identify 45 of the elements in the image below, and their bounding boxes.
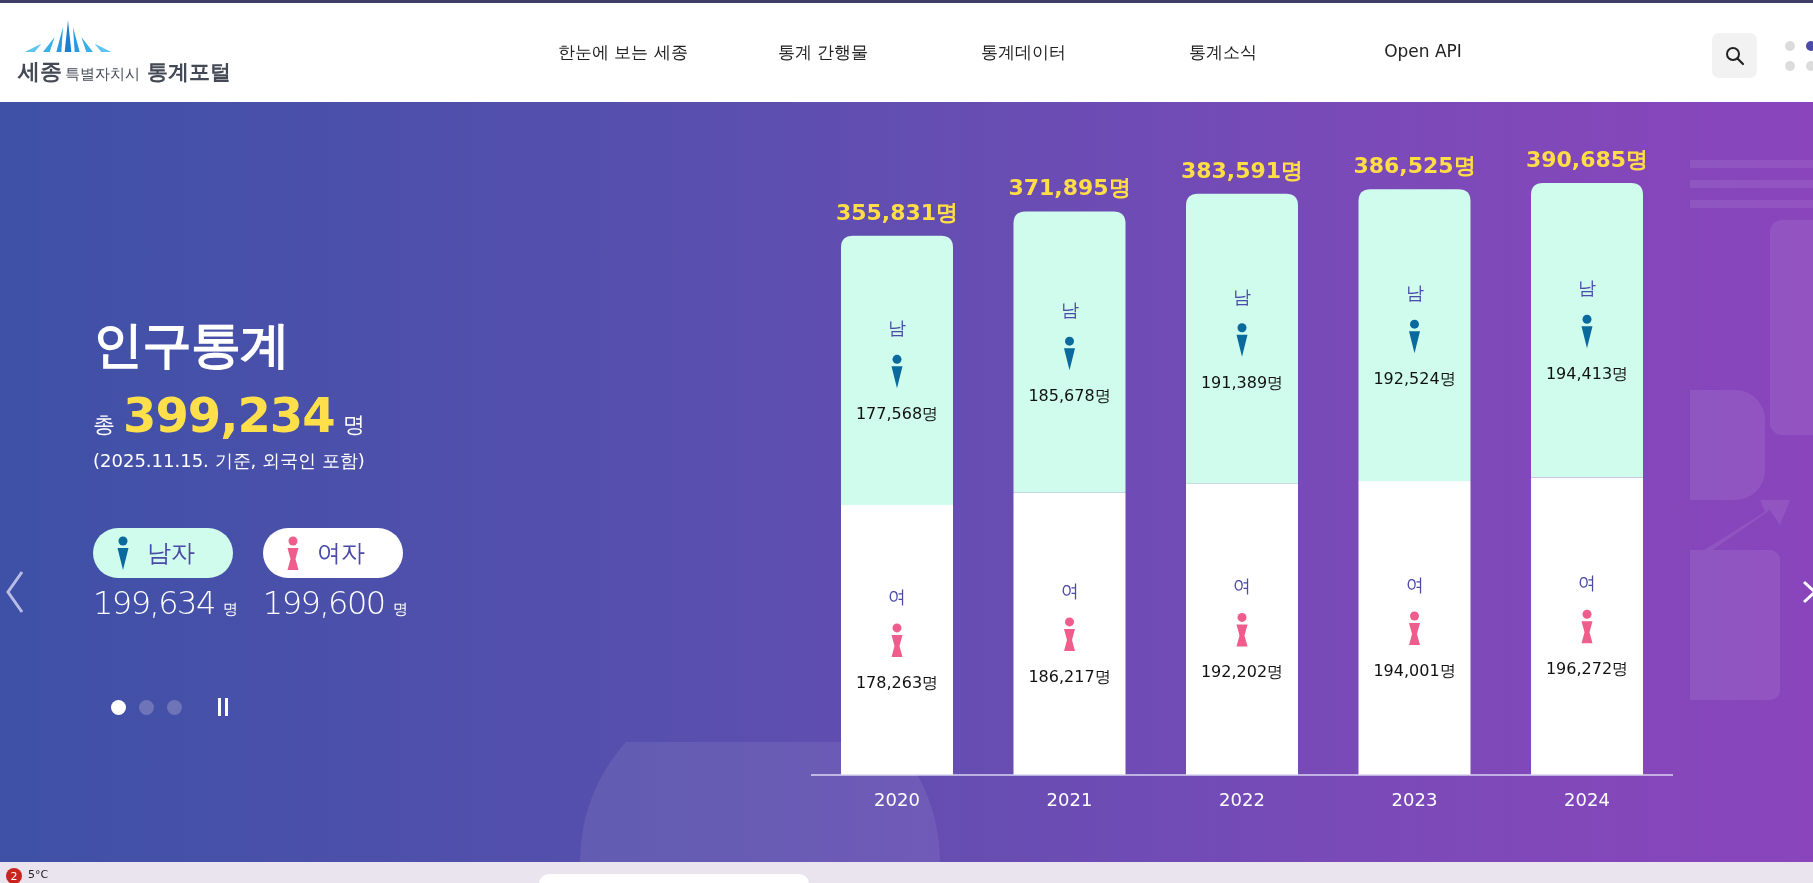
total-population: 399,234 xyxy=(123,387,335,443)
gender-count: 199,634 xyxy=(93,584,215,622)
year-label: 2022 xyxy=(1219,789,1265,810)
weather-badge: 2 xyxy=(6,868,22,883)
gender-label: 여 xyxy=(888,585,906,607)
gender-chip: 여자 xyxy=(262,528,403,578)
count-unit: 명 xyxy=(222,600,238,619)
year-label: 2023 xyxy=(1391,789,1438,810)
logo-portal-name: 통계포털 xyxy=(147,58,231,86)
gender-label: 여 xyxy=(1578,572,1596,594)
female-count: 192,202명 xyxy=(1200,662,1284,682)
male-count: 185,678명 xyxy=(1028,386,1111,406)
female-count: 178,263명 xyxy=(855,672,939,692)
female-count: 196,272명 xyxy=(1545,659,1629,679)
year-label: 2024 xyxy=(1564,789,1610,810)
gender-label: 여 xyxy=(1060,579,1079,601)
gender-label: 남 xyxy=(1578,277,1596,299)
logo-subtitle: 특별자치시 xyxy=(65,64,140,84)
gender-label: 남 xyxy=(888,317,906,339)
gender-label: 남 xyxy=(1233,285,1251,307)
gender-label: 여 xyxy=(1233,575,1251,597)
gender-label: 남 xyxy=(1405,282,1424,304)
gender-label: 남 xyxy=(1060,299,1079,321)
logo-city: 세종 xyxy=(18,57,62,86)
female-count: 186,217명 xyxy=(1028,666,1111,686)
total-label: 386,525명 xyxy=(1353,153,1476,179)
count-unit: 명 xyxy=(392,600,408,619)
total-label: 355,831명 xyxy=(835,199,959,225)
gender-label: 여 xyxy=(1405,574,1424,595)
male-count: 194,413명 xyxy=(1545,364,1629,384)
total-prefix: 총 xyxy=(93,411,115,439)
reference-note: (2025.11.15. 기준, 외국인 포함) xyxy=(93,449,366,473)
gender-count: 199,600 xyxy=(262,584,385,622)
total-unit: 명 xyxy=(342,411,365,439)
total-label: 383,591명 xyxy=(1180,157,1304,183)
gender-chip: 남자 xyxy=(93,528,233,578)
male-count: 191,389명 xyxy=(1200,372,1284,392)
male-count: 192,524명 xyxy=(1373,369,1456,389)
year-label: 2021 xyxy=(1046,789,1093,810)
total-label: 371,895명 xyxy=(1008,175,1131,201)
male-count: 177,568명 xyxy=(855,404,939,424)
total-label: 390,685명 xyxy=(1525,147,1649,172)
year-label: 2020 xyxy=(874,789,920,810)
hero-title: 인구통계 xyxy=(93,318,290,373)
female-count: 194,001명 xyxy=(1373,661,1456,680)
